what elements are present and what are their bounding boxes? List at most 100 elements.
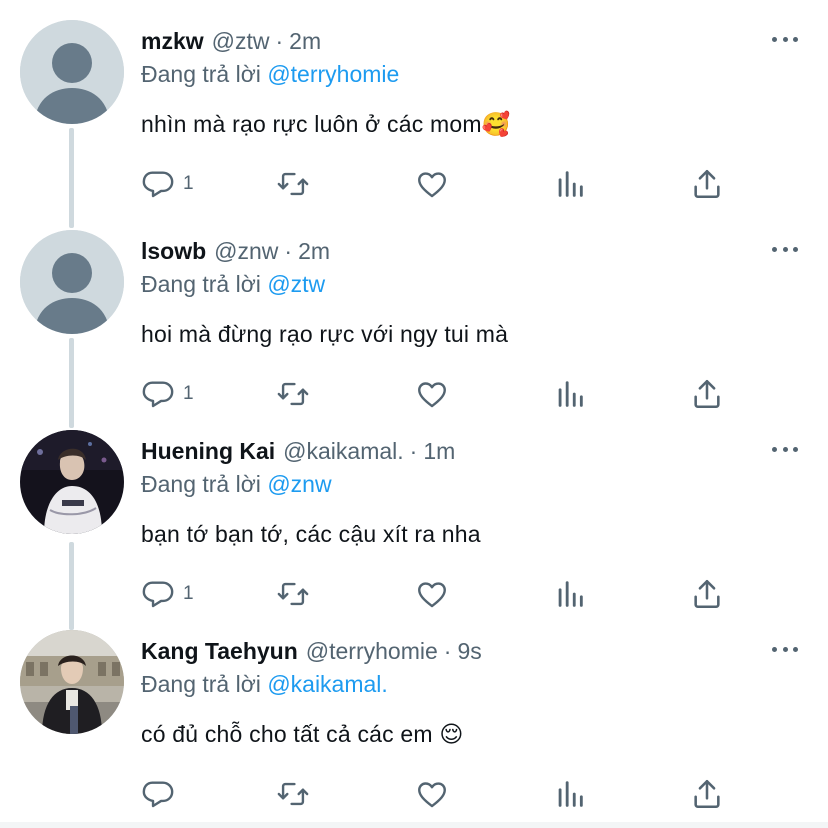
share-icon	[694, 379, 720, 409]
reply-count: 1	[183, 383, 194, 404]
heart-icon	[418, 172, 446, 198]
more-icon-dot	[793, 646, 798, 652]
tweet-actions	[0, 770, 828, 818]
more-icon-dot	[782, 646, 788, 652]
replying-to-label: Đang trả lời	[141, 61, 261, 87]
tweet-header: mzkw @ztw · 2m	[141, 28, 321, 60]
replying-to: Đang trả lời @znw	[141, 471, 332, 498]
more-options-button[interactable]	[772, 244, 798, 254]
timestamp[interactable]: 9s	[457, 638, 481, 665]
user-handle[interactable]: @kaikamal.	[283, 438, 404, 465]
retweet-button[interactable]	[276, 160, 310, 208]
more-options-button[interactable]	[772, 644, 798, 654]
more-icon	[772, 446, 777, 452]
tweet[interactable]: mzkw @ztw · 2m Đang trả lời @terryhomie …	[0, 0, 828, 200]
timestamp[interactable]: 2m	[289, 28, 321, 55]
heart-icon	[418, 782, 446, 808]
separator-dot: ·	[275, 28, 284, 54]
more-icon-dot	[793, 246, 798, 252]
like-button[interactable]	[415, 160, 449, 208]
mention-link[interactable]: @ztw	[267, 271, 325, 297]
default-avatar-icon	[20, 20, 124, 124]
user-handle[interactable]: @ztw	[212, 28, 270, 55]
tweet-header: lsowb @znw · 2m	[141, 238, 330, 270]
share-icon	[694, 169, 720, 199]
more-icon-dot	[782, 246, 788, 252]
reply-icon	[142, 781, 174, 808]
views-button[interactable]	[553, 770, 587, 818]
avatar[interactable]	[20, 230, 124, 334]
replying-to: Đang trả lời @kaikamal.	[141, 671, 388, 698]
more-icon-dot	[782, 446, 788, 452]
tweet-text: hoi mà đừng rạo rực với ngy tui mà	[141, 321, 509, 347]
retweet-icon	[277, 382, 309, 406]
retweet-icon	[277, 782, 309, 806]
retweet-button[interactable]	[276, 770, 310, 818]
reply-count: 1	[183, 583, 194, 604]
share-icon	[694, 579, 720, 609]
display-name[interactable]: mzkw	[141, 28, 204, 55]
tweet[interactable]: lsowb @znw · 2m Đang trả lời @ztw hoi mà…	[0, 210, 828, 410]
reply-icon	[142, 381, 174, 408]
divider	[0, 822, 828, 828]
tweet-actions: 1	[0, 160, 828, 208]
photo-avatar-dark-icon	[20, 430, 124, 534]
separator-dot: ·	[443, 638, 452, 664]
tweet[interactable]: Huening Kai @kaikamal. · 1m Đang trả lời…	[0, 410, 828, 610]
share-icon	[694, 779, 720, 809]
timestamp[interactable]: 1m	[423, 438, 455, 465]
tweet[interactable]: Kang Taehyun @terryhomie · 9s Đang trả l…	[0, 610, 828, 810]
default-avatar-icon	[20, 230, 124, 334]
display-name[interactable]: Huening Kai	[141, 438, 275, 465]
separator-dot: ·	[284, 238, 293, 264]
reply-icon	[142, 581, 174, 608]
avatar[interactable]	[20, 20, 124, 124]
tweet-header: Huening Kai @kaikamal. · 1m	[141, 438, 455, 470]
analytics-icon	[558, 381, 583, 407]
reply-icon	[142, 171, 174, 198]
tweet-text: có đủ chỗ cho tất cả các em 😌	[141, 721, 464, 747]
reply-count: 1	[183, 173, 194, 194]
more-icon	[772, 36, 777, 42]
heart-icon	[418, 582, 446, 608]
tweet-text: nhìn mà rạo rực luôn ở các mom🥰	[141, 111, 511, 137]
user-handle[interactable]: @znw	[214, 238, 278, 265]
more-icon-dot	[793, 446, 798, 452]
user-handle[interactable]: @terryhomie	[306, 638, 438, 665]
retweet-icon	[277, 172, 309, 196]
more-options-button[interactable]	[772, 34, 798, 44]
mention-link[interactable]: @znw	[267, 471, 331, 497]
tweet-header: Kang Taehyun @terryhomie · 9s	[141, 638, 482, 670]
tweet-text: bạn tớ bạn tớ, các cậu xít ra nha	[141, 521, 481, 547]
avatar[interactable]	[20, 430, 124, 534]
replying-to-label: Đang trả lời	[141, 671, 261, 697]
analytics-icon	[558, 581, 583, 607]
share-button[interactable]	[690, 770, 724, 818]
retweet-icon	[277, 582, 309, 606]
mention-link[interactable]: @terryhomie	[267, 61, 399, 87]
replying-to-label: Đang trả lời	[141, 271, 261, 297]
share-button[interactable]	[690, 160, 724, 208]
mention-link[interactable]: @kaikamal.	[267, 671, 388, 697]
views-button[interactable]	[553, 160, 587, 208]
reply-button[interactable]: 1	[141, 160, 194, 208]
more-icon	[772, 646, 777, 652]
more-icon-dot	[782, 36, 788, 42]
photo-avatar-street-icon	[20, 630, 124, 734]
replying-to-label: Đang trả lời	[141, 471, 261, 497]
heart-icon	[418, 382, 446, 408]
more-options-button[interactable]	[772, 444, 798, 454]
timestamp[interactable]: 2m	[298, 238, 330, 265]
avatar[interactable]	[20, 630, 124, 734]
analytics-icon	[558, 781, 583, 807]
reply-thread: mzkw @ztw · 2m Đang trả lời @terryhomie …	[0, 0, 828, 828]
replying-to: Đang trả lời @ztw	[141, 271, 325, 298]
more-icon	[772, 246, 777, 252]
more-icon-dot	[793, 36, 798, 42]
replying-to: Đang trả lời @terryhomie	[141, 61, 399, 88]
display-name[interactable]: lsowb	[141, 238, 206, 265]
analytics-icon	[558, 171, 583, 197]
reply-button[interactable]	[141, 770, 183, 818]
display-name[interactable]: Kang Taehyun	[141, 638, 298, 665]
like-button[interactable]	[415, 770, 449, 818]
